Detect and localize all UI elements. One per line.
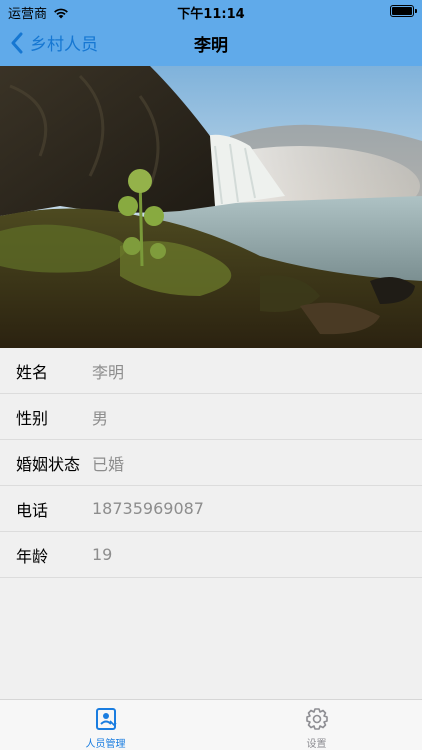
row-label: 婚姻状态	[16, 454, 81, 474]
status-time: 下午11:14	[177, 7, 245, 22]
tab-settings[interactable]: 设置	[211, 700, 422, 750]
info-list: 姓名 李明 性别 男 婚姻状态 已婚 电话 18735969087 年龄 19	[0, 348, 422, 578]
info-row-name: 姓名 李明	[0, 348, 422, 394]
info-row-marital-status: 婚姻状态 已婚	[0, 440, 422, 486]
battery-icon	[390, 5, 417, 17]
tab-bar: 人员管理 设置	[0, 699, 422, 750]
row-label: 姓名	[16, 362, 49, 382]
row-value: 李明	[92, 362, 125, 382]
person-detail-screen: 运营商 下午11:14 乡村人员 李明 姓名 李明 性别 男 婚姻状态 已婚 电…	[0, 0, 422, 750]
person-card-icon	[95, 708, 117, 730]
row-label: 电话	[16, 500, 49, 520]
info-row-gender: 性别 男	[0, 394, 422, 440]
header: 运营商 下午11:14 乡村人员 李明	[0, 0, 422, 66]
gear-icon	[305, 708, 328, 730]
hero-image	[0, 66, 422, 348]
row-value: 18735969087	[92, 499, 204, 518]
row-value: 19	[92, 545, 113, 564]
tab-label: 设置	[306, 739, 327, 750]
tab-person-management[interactable]: 人员管理	[0, 700, 211, 750]
info-row-phone: 电话 18735969087	[0, 486, 422, 532]
row-label: 年龄	[16, 546, 49, 566]
row-label: 性别	[16, 408, 49, 428]
row-value: 男	[92, 408, 109, 428]
status-bar: 运营商 下午11:14	[0, 0, 422, 22]
nav-bar: 乡村人员 李明	[0, 22, 422, 66]
info-row-age: 年龄 19	[0, 532, 422, 578]
row-value: 已婚	[92, 454, 125, 474]
page-title: 李明	[194, 36, 228, 56]
tab-label: 人员管理	[85, 739, 126, 750]
